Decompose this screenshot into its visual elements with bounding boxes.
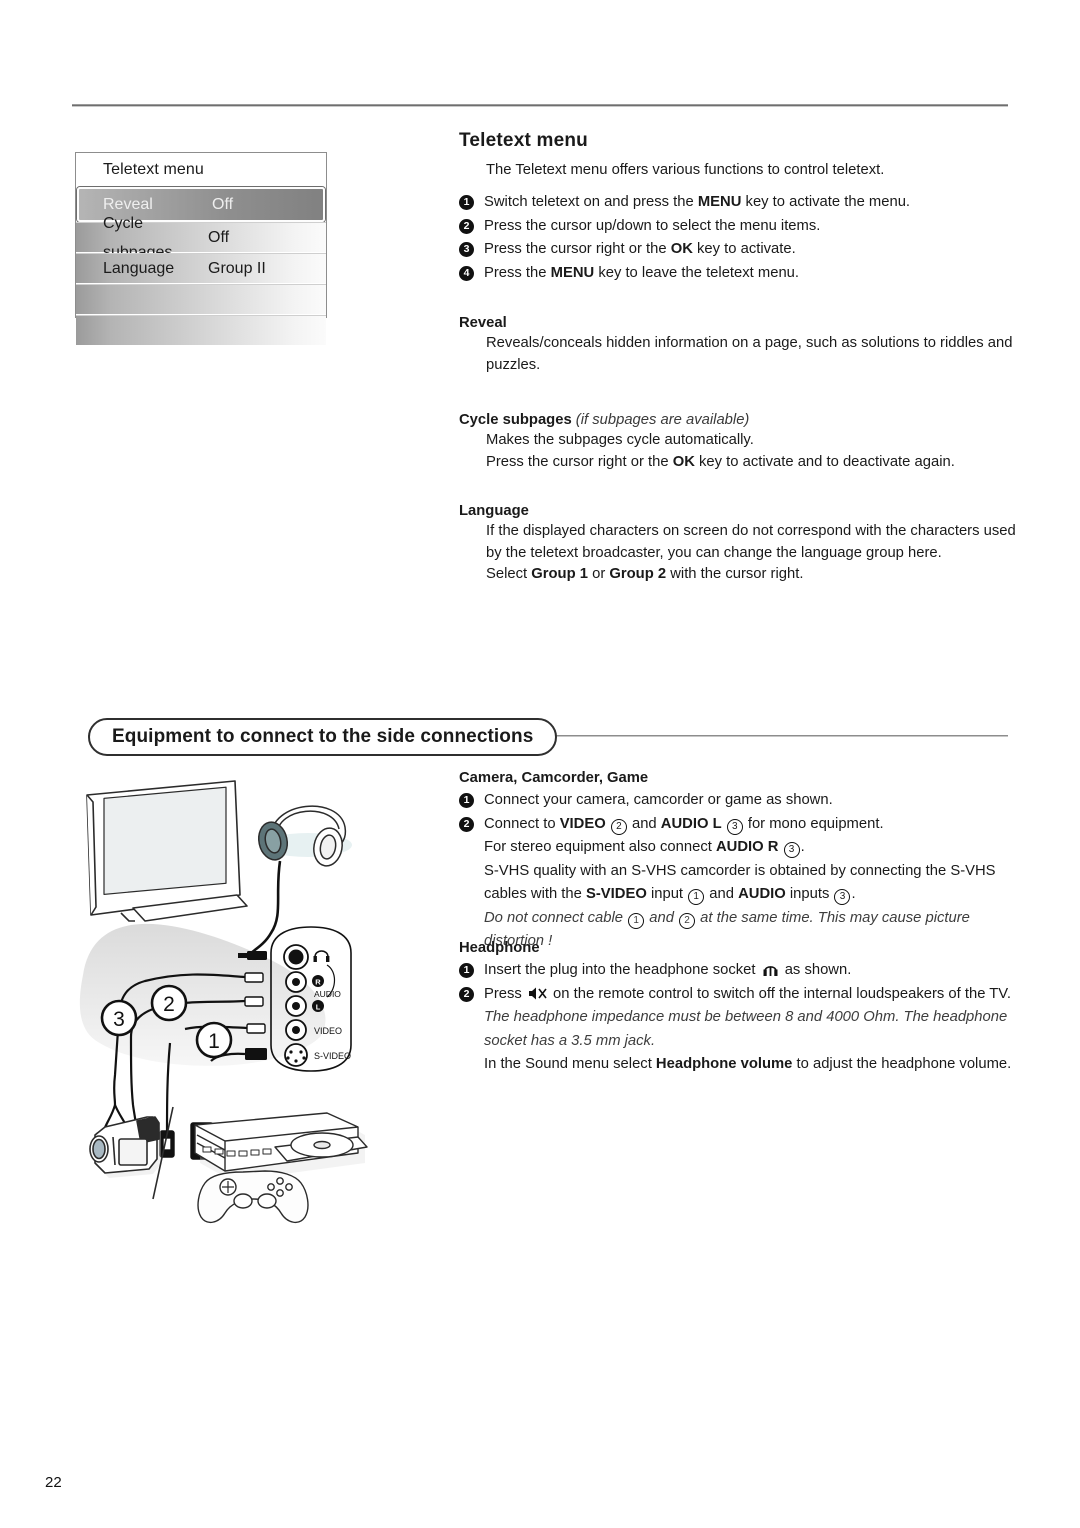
- step-text: Press on the remote control to switch of…: [484, 983, 1034, 1077]
- equipment-heading-band: Equipment to connect to the side connect…: [88, 718, 1008, 756]
- osd-row-language[interactable]: Language Group II: [76, 253, 326, 284]
- game-controller-icon: [197, 1170, 309, 1224]
- list-item: 1 Switch teletext on and press the MENU …: [459, 191, 1029, 215]
- reveal-section: Reveal Reveals/conceals hidden informati…: [459, 315, 1029, 376]
- tv-set: [86, 780, 248, 922]
- step-number-badge: 1: [459, 963, 474, 978]
- headphone-icon: [313, 950, 330, 962]
- osd-row-value: Group II: [208, 260, 266, 277]
- osd-row-label: Language: [103, 260, 175, 277]
- osd-row-empty: [76, 315, 326, 346]
- list-item: 2 Press the cursor up/down to select the…: [459, 215, 1029, 239]
- osd-row-list: Reveal Off Cycle subpages Off Language G…: [76, 187, 326, 346]
- osd-row-value: Off: [208, 229, 230, 246]
- s-video-socket: [284, 1043, 308, 1067]
- headphones-icon: [257, 805, 352, 867]
- step-number-badge: 4: [459, 265, 474, 281]
- reveal-title: Reveal: [459, 315, 507, 331]
- step-text: Press the MENU key to leave the teletext…: [484, 264, 800, 281]
- equipment-heading: Equipment to connect to the side connect…: [88, 718, 558, 756]
- svg-text:1: 1: [208, 1030, 220, 1053]
- manual-page: Teletext menu Reveal Off Cycle subpages …: [0, 0, 1080, 1528]
- s-video-label: S-VIDEO: [314, 1051, 351, 1061]
- devices-illustration: [89, 1106, 368, 1224]
- cycle-subpages-line1: Makes the subpages cycle automatically.: [486, 432, 754, 448]
- list-item: 1 Connect your camera, camcorder or game…: [459, 789, 1034, 813]
- teletext-heading: Teletext menu: [459, 130, 588, 151]
- cycle-subpages-section: Cycle subpages (if subpages are availabl…: [459, 412, 1029, 473]
- step-number-badge: 2: [459, 816, 474, 832]
- teletext-osd-mock: Teletext menu Reveal Off Cycle subpages …: [75, 152, 327, 346]
- mute-icon: [528, 987, 547, 999]
- headphone-title: Headphone: [459, 940, 540, 956]
- camera-cont-2: S-VHS quality with an S-VHS camcorder is…: [484, 860, 1034, 907]
- language-section: Language If the displayed characters on …: [459, 503, 1029, 586]
- cycle-subpages-title: Cycle subpages (if subpages are availabl…: [459, 412, 750, 428]
- camcorder-icon: [89, 1116, 161, 1178]
- step-number-badge: 2: [459, 218, 474, 234]
- page-number: 22: [45, 1474, 62, 1491]
- game-console-icon: [194, 1112, 368, 1181]
- osd-row-value: Off: [212, 196, 234, 213]
- video-label: VIDEO: [314, 1026, 342, 1036]
- headphone-cable: [245, 860, 282, 958]
- headphone-section: Headphone 1 Insert the plug into the hea…: [459, 940, 1034, 1077]
- camera-section: Camera, Camcorder, Game 1 Connect your c…: [459, 770, 1034, 954]
- list-item: 3 Press the cursor right or the OK key t…: [459, 238, 1029, 262]
- connector-sockets: [283, 944, 309, 1067]
- step-text: Connect to VIDEO 2 and AUDIO L 3 for mon…: [484, 813, 1034, 954]
- cycle-subpages-line2: Press the cursor right or the OK key to …: [486, 453, 955, 470]
- language-body: If the displayed characters on screen do…: [486, 523, 1016, 582]
- step-number-badge: 1: [459, 195, 474, 210]
- osd-row-empty: [76, 284, 326, 315]
- list-item: 4 Press the MENU key to leave the telete…: [459, 262, 1029, 286]
- svg-text:L: L: [316, 1003, 321, 1012]
- list-item: 2 Press on the remote control to switch …: [459, 983, 1034, 1077]
- step-number-badge: 3: [459, 242, 474, 257]
- camera-cont-1: For stereo equipment also connect AUDIO …: [484, 836, 1034, 860]
- step-number-badge: 1: [459, 793, 474, 808]
- step-text: Connect your camera, camcorder or game a…: [484, 792, 833, 808]
- teletext-steps: 1 Switch teletext on and press the MENU …: [459, 191, 1029, 285]
- step-text: Insert the plug into the headphone socke…: [484, 962, 852, 978]
- svg-text:R: R: [315, 978, 321, 987]
- step-text-line: Press on the remote control to switch of…: [484, 985, 1011, 1002]
- step-text: Press the cursor up/down to select the m…: [484, 217, 821, 234]
- osd-title: Teletext menu: [76, 153, 326, 187]
- step-number-badge: 2: [459, 986, 474, 1002]
- headphone-cont: In the Sound menu select Headphone volum…: [484, 1056, 1012, 1072]
- osd-row-cycle-subpages[interactable]: Cycle subpages Off: [76, 215, 326, 261]
- audio-label: AUDIO: [314, 989, 341, 999]
- language-title: Language: [459, 503, 529, 519]
- step-text: Switch teletext on and press the MENU ke…: [484, 194, 911, 210]
- headphone-socket-icon: [763, 966, 778, 976]
- top-divider: [72, 104, 1008, 107]
- reveal-body: Reveals/conceals hidden information on a…: [486, 335, 1013, 373]
- connector-panel-labels: R AUDIO L VIDEO S-VIDEO: [312, 950, 351, 1061]
- teletext-lead: The Teletext menu offers various functio…: [486, 162, 885, 178]
- camera-title: Camera, Camcorder, Game: [459, 770, 649, 786]
- list-item: 2 Connect to VIDEO 2 and AUDIO L 3 for m…: [459, 813, 1034, 954]
- step-text-line: Connect to VIDEO 2 and AUDIO L 3 for mon…: [484, 813, 1034, 837]
- list-item: 1 Insert the plug into the headphone soc…: [459, 959, 1034, 983]
- svg-text:2: 2: [163, 993, 175, 1016]
- headphone-note: The headphone impedance must be between …: [484, 1009, 1008, 1049]
- svg-text:3: 3: [113, 1008, 125, 1031]
- cycle-subpages-note: (if subpages are available): [575, 412, 750, 428]
- step-text: Press the cursor right or the OK key to …: [484, 241, 796, 257]
